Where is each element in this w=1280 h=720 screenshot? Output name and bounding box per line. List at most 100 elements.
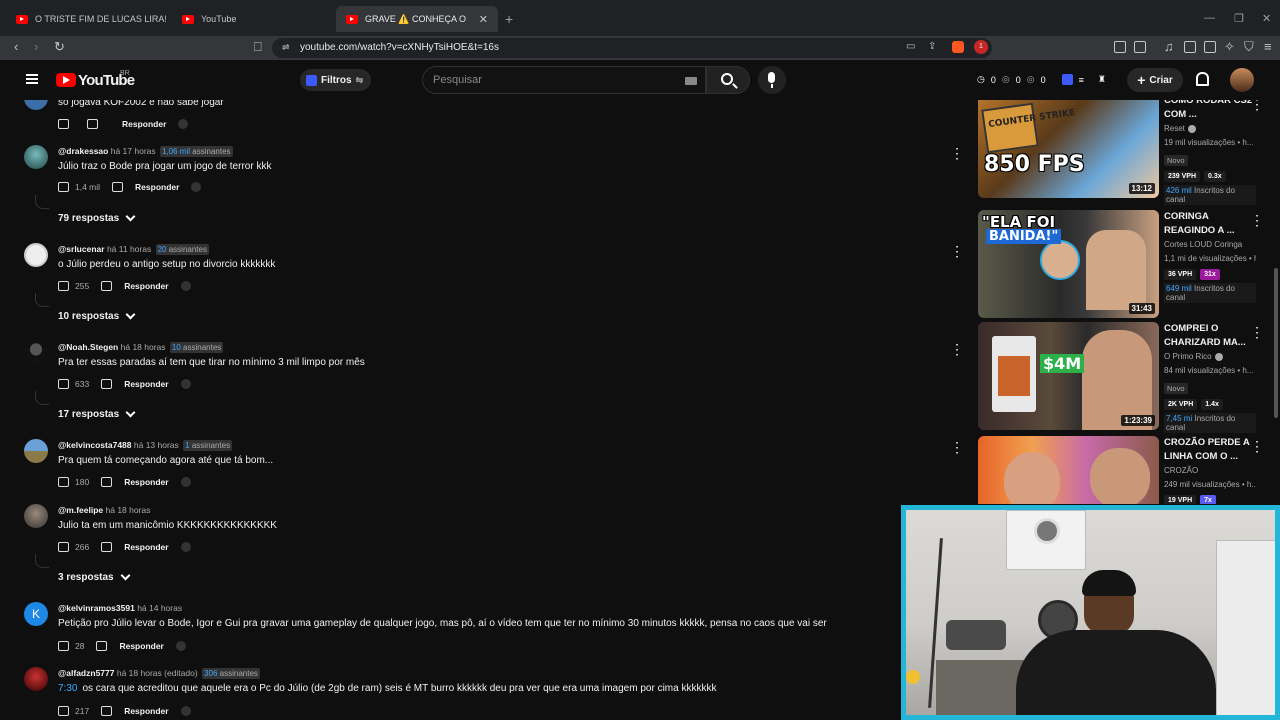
- comment-time[interactable]: há 17 horas: [111, 146, 156, 156]
- video-thumbnail[interactable]: $4M 1:23:39: [978, 322, 1159, 430]
- forward-icon[interactable]: ›: [34, 39, 38, 54]
- back-icon[interactable]: ‹: [14, 39, 18, 54]
- filters-button[interactable]: Filtros ⇋: [300, 69, 372, 91]
- avatar[interactable]: [24, 243, 48, 267]
- wallet-icon[interactable]: [1204, 41, 1216, 53]
- like-icon[interactable]: [58, 119, 69, 129]
- reply-button[interactable]: Responder: [122, 119, 166, 129]
- sidebar-icon[interactable]: [1184, 41, 1196, 53]
- video-thumbnail[interactable]: [978, 436, 1159, 504]
- dislike-icon[interactable]: [101, 477, 113, 487]
- translate-icon[interactable]: [178, 119, 189, 129]
- brave-shield-icon[interactable]: [952, 41, 964, 53]
- translate-icon[interactable]: [180, 379, 191, 389]
- video-options-icon[interactable]: [1250, 212, 1264, 230]
- dislike-icon[interactable]: [101, 706, 113, 716]
- site-info-icon[interactable]: ⇌: [282, 42, 290, 53]
- like-icon[interactable]: [58, 379, 69, 389]
- dislike-icon[interactable]: [101, 379, 113, 389]
- video-options-icon[interactable]: [1250, 438, 1264, 456]
- reply-button[interactable]: Responder: [124, 706, 168, 716]
- video-card[interactable]: COUNTER STRIKE 850 FPS 13:12 COMO RODAR …: [978, 100, 1270, 205]
- hamburger-menu-icon[interactable]: [26, 74, 38, 84]
- page-scrollbar[interactable]: [1274, 268, 1278, 418]
- comment-time[interactable]: há 18 horas: [106, 505, 151, 515]
- reload-icon[interactable]: ↻: [54, 39, 65, 55]
- channel-name[interactable]: Reset: [1164, 124, 1185, 133]
- url-field[interactable]: ⇌ youtube.com/watch?v=cXNHyTsiHOE&t=16s …: [272, 38, 992, 58]
- comment-author[interactable]: @srlucenar: [58, 244, 105, 254]
- ai-icon[interactable]: ✧: [1224, 39, 1235, 55]
- dislike-icon[interactable]: [96, 641, 108, 651]
- notifications-bell-icon[interactable]: [1196, 72, 1209, 86]
- translate-icon[interactable]: [191, 182, 202, 192]
- dislike-icon[interactable]: [101, 542, 113, 552]
- close-window-icon[interactable]: ✕: [1262, 12, 1271, 25]
- youtube-logo-icon[interactable]: [56, 73, 76, 87]
- reply-button[interactable]: Responder: [124, 379, 168, 389]
- replies-toggle[interactable]: 3 respostas: [58, 570, 131, 583]
- avatar[interactable]: [24, 504, 48, 528]
- rewards-badge[interactable]: 1: [974, 40, 988, 54]
- comment-options-icon[interactable]: [950, 145, 964, 162]
- comment-author[interactable]: @kelvincosta7488: [58, 440, 132, 450]
- channel-name[interactable]: O Primo Rico: [1164, 352, 1212, 361]
- reply-button[interactable]: Responder: [124, 542, 168, 552]
- channel-name[interactable]: Cortes LOUD Coringa: [1164, 238, 1256, 252]
- video-title[interactable]: COMO RODAR CS2 COM ...: [1164, 100, 1256, 122]
- new-tab-button[interactable]: +: [505, 11, 513, 27]
- like-icon[interactable]: [58, 477, 69, 487]
- vpn-icon[interactable]: ⛉: [1244, 39, 1254, 55]
- browser-tab-1[interactable]: O TRISTE FIM DE LUCAS LIRA! - YouT: [6, 6, 166, 32]
- trophy-icon[interactable]: ♜: [1098, 74, 1106, 85]
- translate-icon[interactable]: [175, 641, 186, 651]
- like-icon[interactable]: [58, 641, 69, 651]
- video-thumbnail[interactable]: COUNTER STRIKE 850 FPS 13:12: [978, 100, 1159, 198]
- like-icon[interactable]: [58, 706, 69, 716]
- video-title[interactable]: CORINGA REAGINDO A ...: [1164, 210, 1256, 238]
- close-tab-icon[interactable]: ✕: [479, 13, 488, 26]
- comment-author[interactable]: @alfadzn5777: [58, 668, 114, 678]
- browser-tab-2[interactable]: YouTube: [172, 6, 332, 32]
- comment-options-icon[interactable]: [950, 341, 964, 358]
- comment-time[interactable]: há 11 horas: [107, 244, 151, 254]
- avatar[interactable]: K: [24, 602, 48, 626]
- like-icon[interactable]: [58, 182, 69, 192]
- video-card[interactable]: "ELA FOI BANIDA!" 31:43 CORINGA REAGINDO…: [978, 210, 1270, 318]
- translate-icon[interactable]: [180, 706, 191, 716]
- browser-menu-icon[interactable]: ≡: [1264, 39, 1272, 54]
- minimize-icon[interactable]: —: [1204, 12, 1215, 24]
- music-icon[interactable]: ♫: [1164, 39, 1174, 54]
- replies-toggle[interactable]: 79 respostas: [58, 211, 136, 224]
- like-icon[interactable]: [58, 281, 69, 291]
- extension-icon[interactable]: [1134, 41, 1146, 53]
- translate-icon[interactable]: [180, 477, 191, 487]
- dislike-icon[interactable]: [101, 281, 113, 291]
- translate-icon[interactable]: [180, 281, 191, 291]
- comment-time[interactable]: há 13 horas: [134, 440, 179, 450]
- list-icon[interactable]: ≡: [1079, 75, 1084, 85]
- like-icon[interactable]: [58, 542, 69, 552]
- comment-author[interactable]: @Noah.Stegen: [58, 342, 118, 352]
- extension-puzzle-icon[interactable]: [1114, 41, 1126, 53]
- video-options-icon[interactable]: [1250, 324, 1264, 342]
- share-icon[interactable]: ⇪: [928, 41, 936, 52]
- comment-time[interactable]: há 18 horas: [121, 342, 166, 352]
- voice-search-icon[interactable]: [758, 66, 786, 94]
- comment-author[interactable]: @drakessao: [58, 146, 108, 156]
- comment-time[interactable]: há 18 horas (editado): [117, 668, 198, 678]
- dislike-icon[interactable]: [87, 119, 98, 129]
- search-button[interactable]: [706, 66, 750, 94]
- user-avatar[interactable]: [1230, 68, 1254, 92]
- video-title[interactable]: CROZÃO PERDE A LINHA COM O ...: [1164, 436, 1256, 464]
- keyboard-icon[interactable]: [685, 77, 697, 85]
- channel-name[interactable]: CROZÃO: [1164, 464, 1256, 478]
- avatar[interactable]: [24, 145, 48, 169]
- video-card[interactable]: $4M 1:23:39 COMPREI O CHARIZARD MA... O …: [978, 322, 1270, 433]
- comment-author[interactable]: @kelvinramos3591: [58, 603, 135, 613]
- create-button[interactable]: + Criar: [1127, 68, 1183, 92]
- video-title[interactable]: COMPREI O CHARIZARD MA...: [1164, 322, 1256, 350]
- extension-icon[interactable]: [1061, 74, 1073, 85]
- comment-time[interactable]: há 14 horas: [137, 603, 182, 613]
- screen-icon[interactable]: ▭: [906, 41, 915, 52]
